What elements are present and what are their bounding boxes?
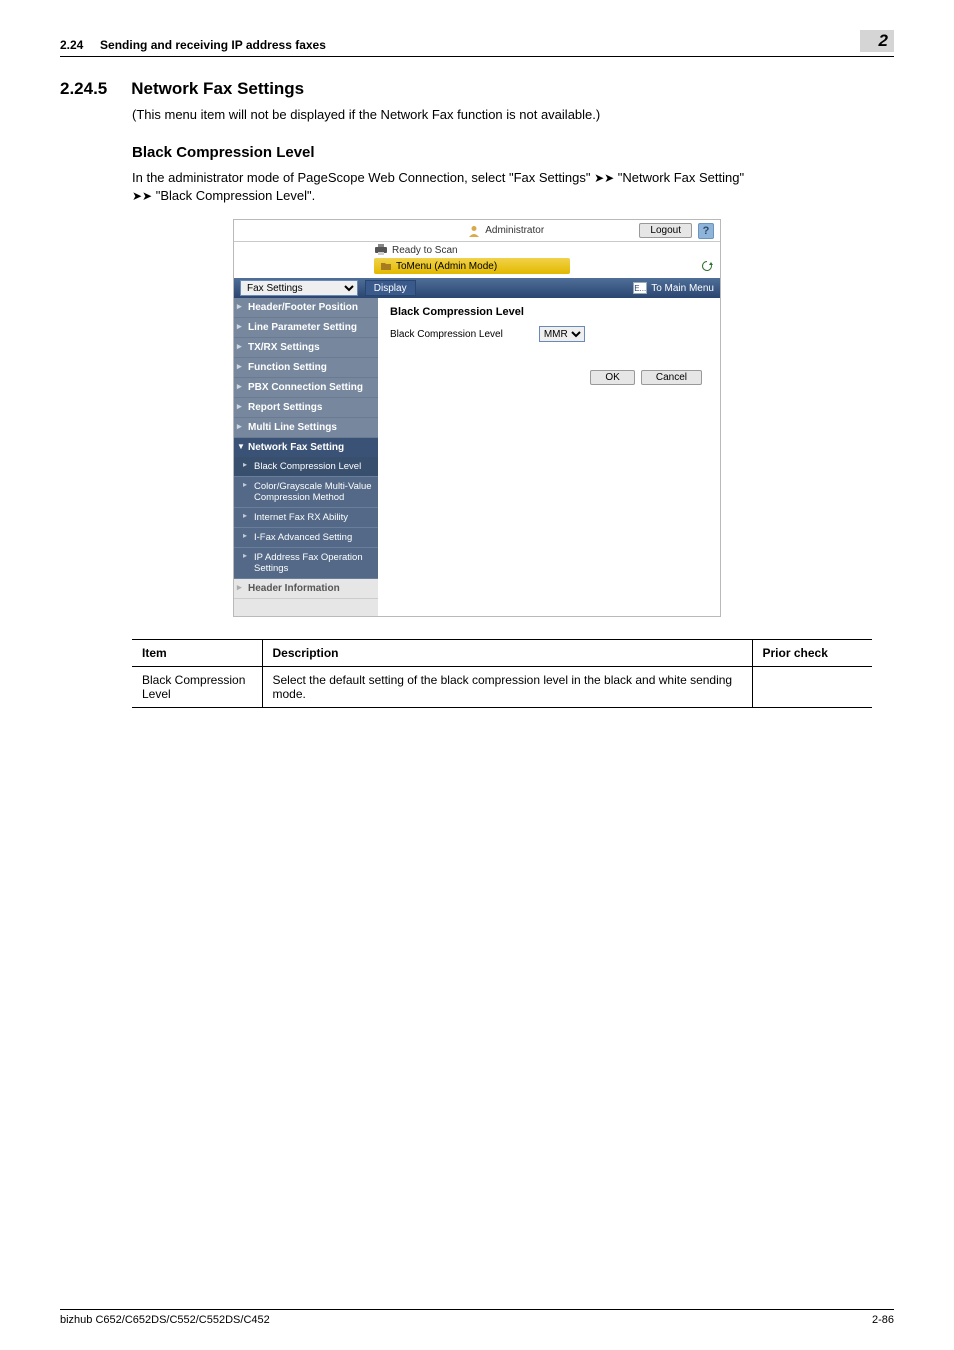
compression-level-select[interactable]: MMR — [539, 326, 585, 342]
sidebar: Header/Footer Position Line Parameter Se… — [234, 298, 378, 616]
logout-button[interactable]: Logout — [639, 223, 692, 238]
page-header: 2.24 Sending and receiving IP address fa… — [60, 30, 894, 57]
to-main-menu-link[interactable]: E... To Main Menu — [633, 282, 714, 294]
sidebar-item-line-parameter[interactable]: Line Parameter Setting — [234, 318, 378, 338]
sidebar-sub-ip-address-fax[interactable]: IP Address Fax Operation Settings — [234, 548, 378, 579]
header-section-title: Sending and receiving IP address faxes — [100, 38, 326, 52]
section-number: 2.24.5 — [60, 79, 107, 99]
cell-prior — [752, 667, 872, 708]
sidebar-item-function[interactable]: Function Setting — [234, 358, 378, 378]
main-pane: Black Compression Level Black Compressio… — [378, 298, 720, 616]
cell-description: Select the default setting of the black … — [262, 667, 752, 708]
printer-icon — [374, 244, 388, 256]
chapter-badge: 2 — [860, 30, 894, 52]
category-select[interactable]: Fax Settings — [240, 280, 358, 296]
status-ready: Ready to Scan — [374, 244, 458, 256]
display-button[interactable]: Display — [365, 280, 416, 296]
cancel-button[interactable]: Cancel — [641, 370, 702, 385]
embedded-screenshot: Administrator Logout ? Ready to Scan ToM… — [233, 219, 721, 617]
arrow-icon: ➤➤ — [594, 171, 614, 185]
header-section-number: 2.24 — [60, 38, 83, 52]
th-description: Description — [262, 640, 752, 667]
sidebar-sub-ifax-advanced[interactable]: I-Fax Advanced Setting — [234, 528, 378, 548]
sidebar-item-txrx[interactable]: TX/RX Settings — [234, 338, 378, 358]
sidebar-section-network-fax[interactable]: Network Fax Setting — [234, 438, 378, 457]
sidebar-item-multiline[interactable]: Multi Line Settings — [234, 418, 378, 438]
sidebar-sub-black-compression[interactable]: Black Compression Level — [234, 457, 378, 477]
ok-button[interactable]: OK — [590, 370, 634, 385]
sidebar-item-pbx[interactable]: PBX Connection Setting — [234, 378, 378, 398]
section-heading: Network Fax Settings — [131, 79, 304, 99]
sidebar-item-header-footer[interactable]: Header/Footer Position — [234, 298, 378, 318]
menu-mode-pill[interactable]: ToMenu (Admin Mode) — [374, 258, 570, 274]
description-table: Item Description Prior check Black Compr… — [132, 639, 872, 708]
sidebar-sub-color-grayscale[interactable]: Color/Grayscale Multi-Value Compression … — [234, 477, 378, 508]
th-item: Item — [132, 640, 262, 667]
footer-model: bizhub C652/C652DS/C552/C552DS/C452 — [60, 1314, 270, 1326]
admin-label: Administrator — [467, 224, 544, 238]
refresh-icon[interactable] — [700, 259, 714, 273]
help-button[interactable]: ? — [698, 223, 714, 239]
to-main-icon: E... — [633, 282, 647, 294]
sidebar-item-report[interactable]: Report Settings — [234, 398, 378, 418]
sidebar-item-header-info[interactable]: Header Information — [234, 579, 378, 598]
page-footer: bizhub C652/C652DS/C552/C552DS/C452 2-86 — [60, 1309, 894, 1326]
subsection-heading: Black Compression Level — [132, 144, 894, 161]
table-row: Black Compression Level Select the defau… — [132, 667, 872, 708]
arrow-icon: ➤➤ — [132, 189, 152, 203]
footer-page: 2-86 — [872, 1314, 894, 1326]
cell-item: Black Compression Level — [132, 667, 262, 708]
sidebar-sub-ifax-rx[interactable]: Internet Fax RX Ability — [234, 508, 378, 528]
pane-title: Black Compression Level — [390, 306, 708, 318]
folder-icon — [380, 260, 392, 272]
section-intro: (This menu item will not be displayed if… — [132, 107, 894, 122]
body-text: In the administrator mode of PageScope W… — [132, 169, 894, 205]
admin-icon — [467, 224, 481, 238]
field-label: Black Compression Level — [390, 329, 503, 340]
th-prior-check: Prior check — [752, 640, 872, 667]
